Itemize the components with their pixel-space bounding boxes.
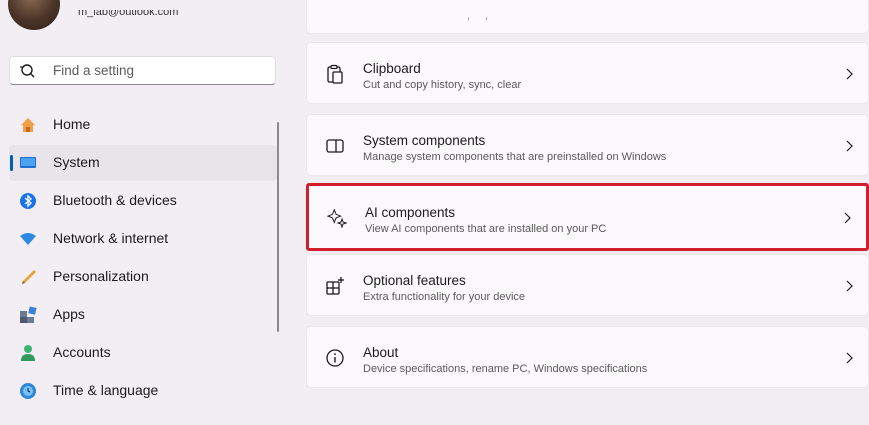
accounts-icon	[21, 345, 35, 361]
settings-card-partial[interactable]: , ,	[306, 0, 869, 34]
chevron-right-icon	[846, 68, 853, 80]
search-box[interactable]: Find a setting	[9, 56, 276, 85]
card-title: Optional features	[363, 273, 466, 288]
chevron-right-icon	[846, 280, 853, 292]
sidebar-item-bluetooth[interactable]: Bluetooth & devices	[9, 183, 277, 219]
sidebar-item-label: Home	[53, 116, 91, 132]
sidebar-item-label: Apps	[53, 306, 85, 322]
sidebar-item-label: Time & language	[53, 382, 159, 398]
bluetooth-icon	[20, 193, 36, 209]
sidebar-item-apps[interactable]: Apps	[9, 297, 277, 333]
search-input[interactable]: Find a setting	[53, 63, 134, 78]
system-icon	[20, 157, 36, 168]
sidebar-item-personalization[interactable]: Personalization	[9, 259, 277, 295]
sidebar-item-label: System	[53, 154, 100, 170]
sidebar-scrollbar[interactable]	[277, 122, 279, 332]
info-icon	[326, 349, 344, 367]
sidebar-item-label: Accounts	[53, 344, 111, 360]
settings-card-clipboard[interactable]: Clipboard Cut and copy history, sync, cl…	[306, 42, 869, 104]
settings-card-about[interactable]: About Device specifications, rename PC, …	[306, 326, 869, 388]
selection-indicator	[10, 155, 13, 171]
card-description: Manage system components that are preins…	[363, 151, 667, 163]
search-icon	[20, 64, 35, 78]
settings-card-optional-features[interactable]: Optional features Extra functionality fo…	[306, 254, 869, 316]
sidebar-item-home[interactable]: Home	[9, 107, 277, 143]
sidebar-item-network[interactable]: Network & internet	[9, 221, 277, 257]
card-title: System components	[363, 133, 486, 148]
card-title: AI components	[365, 205, 456, 220]
clipboard-icon	[327, 64, 343, 84]
ai-sparkle-icon	[327, 208, 347, 228]
personalization-icon	[22, 270, 36, 284]
sidebar-item-time-language[interactable]: Time & language	[9, 373, 277, 409]
sidebar-item-label: Bluetooth & devices	[53, 192, 177, 208]
card-title: Clipboard	[363, 61, 421, 76]
chevron-right-icon	[844, 212, 851, 224]
sidebar-item-system[interactable]: System	[9, 145, 277, 181]
card-desc-fragment: , ,	[467, 10, 495, 22]
optional-features-icon	[326, 277, 344, 295]
avatar[interactable]	[8, 0, 60, 30]
card-title: About	[363, 345, 399, 360]
network-icon	[20, 233, 36, 245]
card-description: Device specifications, rename PC, Window…	[363, 363, 648, 375]
settings-card-system-components[interactable]: System components Manage system componen…	[306, 114, 869, 176]
sidebar: m_lab@outlook.com Find a setting Home Sy…	[0, 0, 290, 425]
card-description: Extra functionality for your device	[363, 291, 526, 303]
settings-card-ai-components[interactable]: AI components View AI components that ar…	[306, 183, 869, 251]
sidebar-item-label: Personalization	[53, 268, 149, 284]
chevron-right-icon	[846, 140, 853, 152]
system-components-icon	[326, 139, 344, 153]
sidebar-item-accounts[interactable]: Accounts	[9, 335, 277, 371]
time-language-icon	[20, 383, 36, 399]
sidebar-item-label: Network & internet	[53, 230, 169, 246]
chevron-right-icon	[846, 352, 853, 364]
apps-icon	[20, 306, 37, 323]
home-icon	[21, 118, 35, 132]
card-description: Cut and copy history, sync, clear	[363, 79, 522, 91]
card-description: View AI components that are installed on…	[365, 223, 607, 235]
account-email: m_lab@outlook.com	[78, 6, 179, 18]
